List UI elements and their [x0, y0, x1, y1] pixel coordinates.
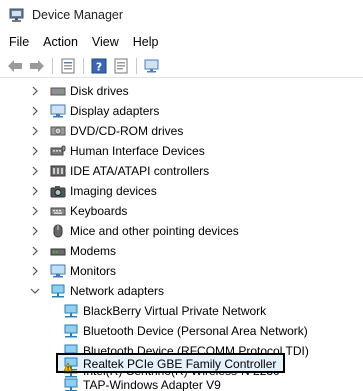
device-manager-icon	[8, 6, 26, 24]
ide-controller-icon	[50, 163, 66, 179]
chevron-down-icon[interactable]	[30, 286, 40, 296]
tree-subitem-intel-wireless[interactable]: Intel(R) Centrino(R) Wireless-N 2230	[0, 362, 363, 380]
menu-action[interactable]: Action	[36, 35, 85, 49]
chevron-right-icon[interactable]	[30, 266, 40, 276]
window-title: Device Manager	[32, 8, 124, 22]
tree-item-label: Bluetooth Device (Personal Area Network)	[83, 324, 308, 338]
chevron-right-icon[interactable]	[30, 126, 40, 136]
tree-item-keyboards[interactable]: Keyboards	[0, 202, 363, 220]
help-icon[interactable]: ?	[88, 56, 110, 76]
network-adapter-icon	[63, 363, 79, 379]
chevron-right-icon[interactable]	[30, 106, 40, 116]
chevron-right-icon[interactable]	[30, 86, 40, 96]
device-tree: Disk drives Display adapters DVD/CD-ROM …	[0, 80, 363, 391]
tree-item-display-adapters[interactable]: Display adapters	[0, 102, 363, 120]
tree-item-label: Human Interface Devices	[70, 144, 205, 158]
modem-icon	[50, 243, 66, 259]
menu-bar: File Action View Help	[0, 32, 363, 52]
tree-item-label: Mice and other pointing devices	[70, 224, 239, 238]
tree-item-label: Network adapters	[70, 284, 165, 298]
tree-item-label: Monitors	[70, 264, 117, 278]
tree-item-mice[interactable]: Mice and other pointing devices	[0, 222, 363, 240]
svg-text:?: ?	[96, 60, 102, 73]
tree-item-label: Keyboards	[70, 204, 128, 218]
mouse-icon	[50, 223, 66, 239]
keyboard-icon	[50, 203, 66, 219]
dvd-drive-icon	[50, 123, 66, 139]
chevron-right-icon[interactable]	[30, 146, 40, 156]
tree-item-label: BlackBerry Virtual Private Network	[83, 304, 267, 318]
tree-subitem-bluetooth-pan[interactable]: Bluetooth Device (Personal Area Network)	[0, 322, 363, 340]
camera-icon	[50, 183, 66, 199]
network-adapter-icon	[50, 283, 66, 299]
network-adapter-icon	[63, 303, 79, 319]
chevron-right-icon[interactable]	[30, 186, 40, 196]
chevron-right-icon[interactable]	[30, 206, 40, 216]
tree-item-label: Intel(R) Centrino(R) Wireless-N 2230	[83, 364, 280, 378]
display-adapter-icon	[50, 103, 66, 119]
tree-item-imaging-devices[interactable]: Imaging devices	[0, 182, 363, 200]
chevron-right-icon[interactable]	[30, 246, 40, 256]
tree-item-modems[interactable]: Modems	[0, 242, 363, 260]
tree-item-human-interface-devices[interactable]: Human Interface Devices	[0, 142, 363, 160]
tree-item-label: Display adapters	[70, 104, 160, 118]
monitor-icon[interactable]	[141, 56, 163, 76]
toolbar-separator	[83, 57, 84, 74]
menu-help[interactable]: Help	[126, 35, 166, 49]
title-bar: Device Manager	[0, 0, 363, 30]
tree-item-network-adapters[interactable]: Network adapters	[0, 282, 363, 300]
network-adapter-icon	[63, 323, 79, 339]
tree-item-ide-ata-atapi-controllers[interactable]: IDE ATA/ATAPI controllers	[0, 162, 363, 180]
tree-item-label: DVD/CD-ROM drives	[70, 124, 184, 138]
tree-subitem-blackberry-vpn[interactable]: BlackBerry Virtual Private Network	[0, 302, 363, 320]
properties-icon[interactable]	[57, 56, 79, 76]
hid-icon	[50, 143, 66, 159]
toolbar-separator	[136, 57, 137, 74]
menu-view[interactable]: View	[85, 35, 126, 49]
menu-file[interactable]: File	[0, 35, 36, 49]
tree-item-label: Modems	[70, 244, 117, 258]
toolbar-separator	[52, 57, 53, 74]
disk-drive-icon	[50, 83, 66, 99]
toolbar: ?	[0, 54, 363, 78]
tree-item-label: Imaging devices	[70, 184, 157, 198]
properties-sheet-icon[interactable]	[110, 56, 132, 76]
chevron-right-icon[interactable]	[30, 226, 40, 236]
tree-subitem-bluetooth-rfcomm[interactable]: Bluetooth Device (RFCOMM Protocol TDI)	[0, 342, 363, 360]
tree-item-label: IDE ATA/ATAPI controllers	[70, 164, 210, 178]
network-adapter-icon	[63, 343, 79, 359]
chevron-right-icon[interactable]	[30, 166, 40, 176]
tree-item-monitors[interactable]: Monitors	[0, 262, 363, 280]
back-arrow-icon[interactable]	[4, 56, 26, 76]
tree-item-disk-drives[interactable]: Disk drives	[0, 82, 363, 100]
tree-item-label: Disk drives	[70, 84, 129, 98]
tree-item-dvd-cd-rom-drives[interactable]: DVD/CD-ROM drives	[0, 122, 363, 140]
monitor-icon	[50, 263, 66, 279]
forward-arrow-icon[interactable]	[26, 56, 48, 76]
tree-item-label: Bluetooth Device (RFCOMM Protocol TDI)	[83, 344, 309, 358]
